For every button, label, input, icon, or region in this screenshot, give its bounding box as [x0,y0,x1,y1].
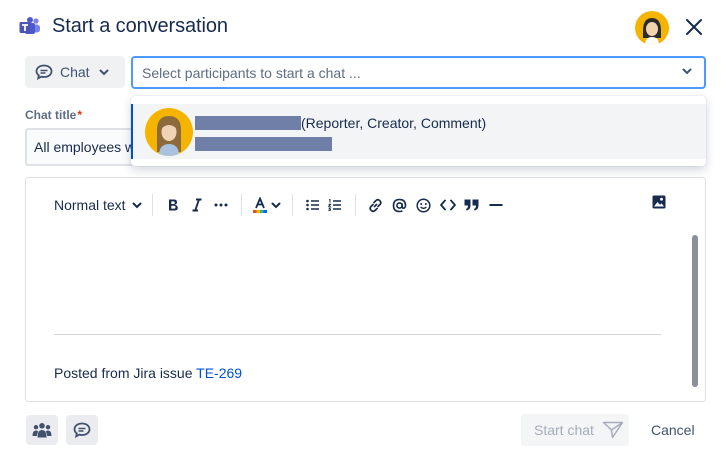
quote-icon [464,199,479,211]
redacted-participant-email [195,137,332,151]
chat-title-label: Chat title* [25,108,82,122]
cancel-button[interactable]: Cancel [651,422,695,438]
editor-scrollbar[interactable] [692,235,698,387]
bold-button[interactable] [163,194,183,216]
divider-button[interactable] [486,194,506,216]
text-color-icon [252,197,267,213]
start-chat-label: Start chat [534,422,594,438]
teams-logo-icon [19,17,40,34]
code-button[interactable] [438,194,458,216]
text-style-dropdown[interactable]: Normal text [54,197,142,213]
redacted-participant-name [195,116,301,130]
toolbar-divider [151,194,153,216]
people-group-icon [32,423,52,438]
participants-dropdown: (Reporter, Creator, Comment) [131,96,706,166]
close-icon [686,19,702,35]
chat-bubble-icon [73,422,91,438]
participant-roles: (Reporter, Creator, Comment) [301,115,487,131]
bullet-list-button[interactable] [303,194,323,216]
chevron-down-icon [682,68,692,75]
send-icon [602,421,624,439]
more-formatting-button[interactable] [211,194,231,216]
link-button[interactable] [366,194,386,216]
conversation-type-select[interactable]: Chat [25,56,125,88]
chat-bubble-icon [35,64,53,80]
image-icon [652,195,666,209]
group-chat-button[interactable] [26,415,58,445]
insert-image-button[interactable] [652,195,666,214]
editor-toolbar: Normal text [54,194,684,216]
conversation-type-label: Chat [60,64,90,80]
required-marker: * [77,108,83,122]
chevron-down-icon [271,202,281,208]
message-editor[interactable]: Normal text Posted from Jira issue TE-26… [25,177,706,402]
italic-icon [192,198,202,212]
toolbar-divider [354,194,356,216]
chevron-down-icon [99,69,109,75]
posted-from-text: Posted from Jira issue TE-269 [54,365,242,381]
bold-icon [168,199,178,211]
mention-icon [392,198,407,212]
mention-button[interactable] [390,194,410,216]
more-formatting-icon [214,203,228,207]
posted-from-label: Posted from Jira issue [54,365,193,381]
code-icon [439,199,456,211]
dialog-title: Start a conversation [52,15,228,37]
chat-mode-button[interactable] [66,415,98,445]
divider-icon [489,204,503,206]
chat-title-input[interactable]: All employees w [25,128,145,166]
quote-button[interactable] [462,194,482,216]
emoji-icon [416,197,431,213]
emoji-button[interactable] [414,194,434,216]
participants-input[interactable] [142,64,662,81]
text-style-label: Normal text [54,197,126,213]
italic-button[interactable] [187,194,207,216]
start-chat-button[interactable]: Start chat [521,414,629,446]
link-icon [369,198,382,212]
toolbar-divider [291,194,293,216]
numbered-list-button[interactable] [325,194,345,216]
dialog-header: Start a conversation [0,0,728,56]
editor-divider [54,334,661,335]
user-avatar[interactable] [635,11,669,45]
issue-link[interactable]: TE-269 [196,365,242,381]
participants-select[interactable] [131,56,706,89]
toolbar-divider [240,194,242,216]
participant-option[interactable]: (Reporter, Creator, Comment) [131,104,706,159]
bullet-list-icon [305,199,319,211]
chevron-down-icon [132,202,142,208]
chat-title-label-text: Chat title [25,108,77,122]
participant-avatar [145,108,193,156]
text-color-button[interactable] [252,194,282,216]
numbered-list-icon [327,199,341,211]
close-button[interactable] [681,14,707,40]
